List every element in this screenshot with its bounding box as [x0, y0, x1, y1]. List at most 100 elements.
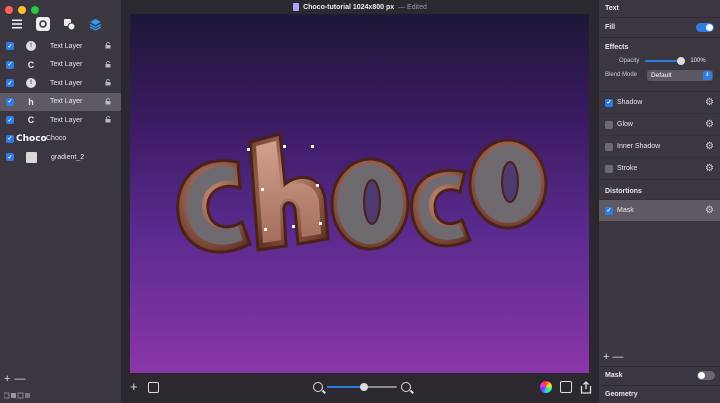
layer-visibility-checkbox[interactable]: ✓ [6, 60, 14, 69]
layer-row[interactable]: ✓ Choco Choco [0, 130, 121, 149]
layer-row[interactable]: ✓ C Text Layer [0, 56, 121, 75]
lock-icon[interactable] [105, 60, 111, 68]
zoom-slider[interactable] [327, 383, 397, 391]
mask-toggle[interactable] [697, 371, 715, 380]
layer-row[interactable]: ✓ ! Text Layer [0, 74, 121, 93]
grid-icon[interactable] [148, 382, 159, 393]
layer-row[interactable]: ✓ gradient_2 [0, 148, 121, 167]
canvas-right-tools [540, 381, 592, 394]
layer-ops-toolbar [4, 392, 30, 399]
mask-section: Mask [599, 366, 720, 384]
layer-visibility-checkbox[interactable]: ✓ [6, 134, 14, 143]
layer-visibility-checkbox[interactable]: ✓ [6, 116, 14, 125]
layer-visibility-checkbox[interactable]: ✓ [6, 42, 14, 51]
add-layer-button[interactable]: + [4, 373, 10, 385]
lock-icon[interactable] [105, 42, 111, 49]
opacity-row: Opacity 100% [599, 55, 720, 67]
list-icon[interactable] [10, 17, 24, 31]
gear-icon[interactable]: ⚙ [705, 164, 714, 174]
layer-thumbnail: C [27, 115, 35, 126]
geometry-section-title[interactable]: Geometry [599, 385, 720, 403]
layer-visibility-checkbox[interactable]: ✓ [6, 153, 14, 162]
effect-checkbox[interactable]: ✓ [605, 98, 613, 107]
layer-name: Text Layer [50, 116, 83, 124]
zoom-in-icon[interactable] [401, 382, 411, 392]
layer-thumbnail: ! [26, 78, 36, 89]
effect-checkbox[interactable] [605, 164, 613, 173]
effect-row-glow[interactable]: Glow ⚙ [599, 113, 720, 135]
layer-visibility-checkbox[interactable]: ✓ [6, 79, 14, 88]
remove-effect-button[interactable]: — [613, 351, 624, 363]
layers-icon[interactable] [88, 17, 102, 31]
shapes-icon[interactable] [62, 17, 76, 31]
blend-mode-row: Blend Mode Default ⇕ [599, 67, 720, 83]
layer-name: Text Layer [50, 79, 83, 87]
zoom-out-icon[interactable] [313, 382, 323, 392]
blend-mode-select[interactable]: Default ⇕ [647, 69, 713, 81]
gear-icon[interactable]: ⚙ [705, 142, 714, 152]
layer-row-selected[interactable]: ✓ h Text Layer [0, 92, 121, 111]
layer-row[interactable]: ✓ C Text Layer [0, 111, 121, 130]
effect-checkbox[interactable] [605, 142, 613, 151]
layer-list: ✓ ! Text Layer ✓ C Text Layer ✓ ! Text L… [0, 37, 121, 167]
zoom-window-button[interactable] [31, 6, 39, 14]
mask-label: Mask [605, 372, 623, 379]
distortion-row-mask[interactable]: ✓ Mask ⚙ [599, 199, 720, 221]
layer-name: gradient_2 [51, 153, 85, 161]
gear-icon[interactable]: ⚙ [705, 206, 714, 216]
distortion-checkbox[interactable]: ✓ [605, 206, 613, 215]
artwork-letter-h [248, 132, 330, 252]
opacity-label: Opacity [619, 58, 640, 64]
document-icon [293, 3, 300, 11]
effect-label: Inner Shadow [617, 143, 661, 150]
fill-toggle[interactable] [696, 23, 714, 32]
fill-label: Fill [605, 24, 616, 31]
layers-sidebar: ✓ ! Text Layer ✓ C Text Layer ✓ ! Text L… [0, 0, 122, 403]
effect-checkbox[interactable] [605, 120, 613, 129]
resize-canvas-icon[interactable] [560, 381, 572, 393]
remove-layer-button[interactable]: — [14, 373, 25, 385]
layer-visibility-checkbox[interactable]: ✓ [6, 97, 14, 106]
minimize-window-button[interactable] [18, 6, 26, 14]
layer-thumbnail: C [27, 59, 35, 70]
lock-icon[interactable] [105, 116, 111, 123]
canvas-toolbar: + [122, 373, 598, 403]
layer-thumbnail: Choco [16, 133, 47, 144]
boolean-ops-icon[interactable] [4, 392, 30, 399]
gear-icon[interactable]: ⚙ [705, 98, 714, 108]
effect-row-inner-shadow[interactable]: Inner Shadow ⚙ [599, 135, 720, 157]
share-icon[interactable] [580, 381, 592, 394]
color-picker-icon[interactable] [540, 381, 552, 393]
add-icon[interactable]: + [130, 380, 138, 393]
layer-name: Text Layer [50, 42, 83, 50]
canvas-area: Choco-tutorial 1024x800 px — Edited + [122, 0, 598, 403]
zoom-slider-knob[interactable] [360, 383, 368, 391]
artwork-letter-o2 [468, 138, 548, 230]
effect-actions: + — [603, 351, 624, 363]
inspector-panel: Text Fill Effects Opacity 100% Blend Mod… [598, 0, 720, 403]
lock-icon[interactable] [105, 97, 111, 105]
title-bar: Choco-tutorial 1024x800 px — Edited [122, 0, 598, 14]
fill-row: Fill [599, 18, 720, 38]
artwork-letter-c [176, 159, 252, 254]
effect-label: Glow [617, 121, 633, 128]
add-effect-button[interactable]: + [603, 351, 609, 363]
artwork [176, 132, 548, 254]
layer-thumbnail: ! [26, 41, 36, 52]
distortions-section-title: Distortions [599, 179, 720, 199]
document-title: Choco-tutorial 1024x800 px [303, 3, 395, 11]
lock-icon[interactable] [105, 79, 111, 86]
layer-thumbnail: h [28, 96, 34, 107]
effect-row-stroke[interactable]: Stroke ⚙ [599, 157, 720, 179]
layer-row[interactable]: ✓ ! Text Layer [0, 37, 121, 56]
canvas[interactable] [130, 14, 589, 373]
effect-row-shadow[interactable]: ✓ Shadow ⚙ [599, 91, 720, 113]
zoom-control [313, 382, 411, 392]
gear-icon[interactable] [36, 17, 50, 31]
opacity-slider-knob[interactable] [677, 57, 686, 65]
document-status: — Edited [398, 3, 427, 11]
gear-icon[interactable]: ⚙ [705, 120, 714, 130]
close-window-button[interactable] [5, 6, 13, 14]
layer-thumbnail [26, 151, 37, 163]
opacity-slider[interactable] [645, 57, 686, 65]
